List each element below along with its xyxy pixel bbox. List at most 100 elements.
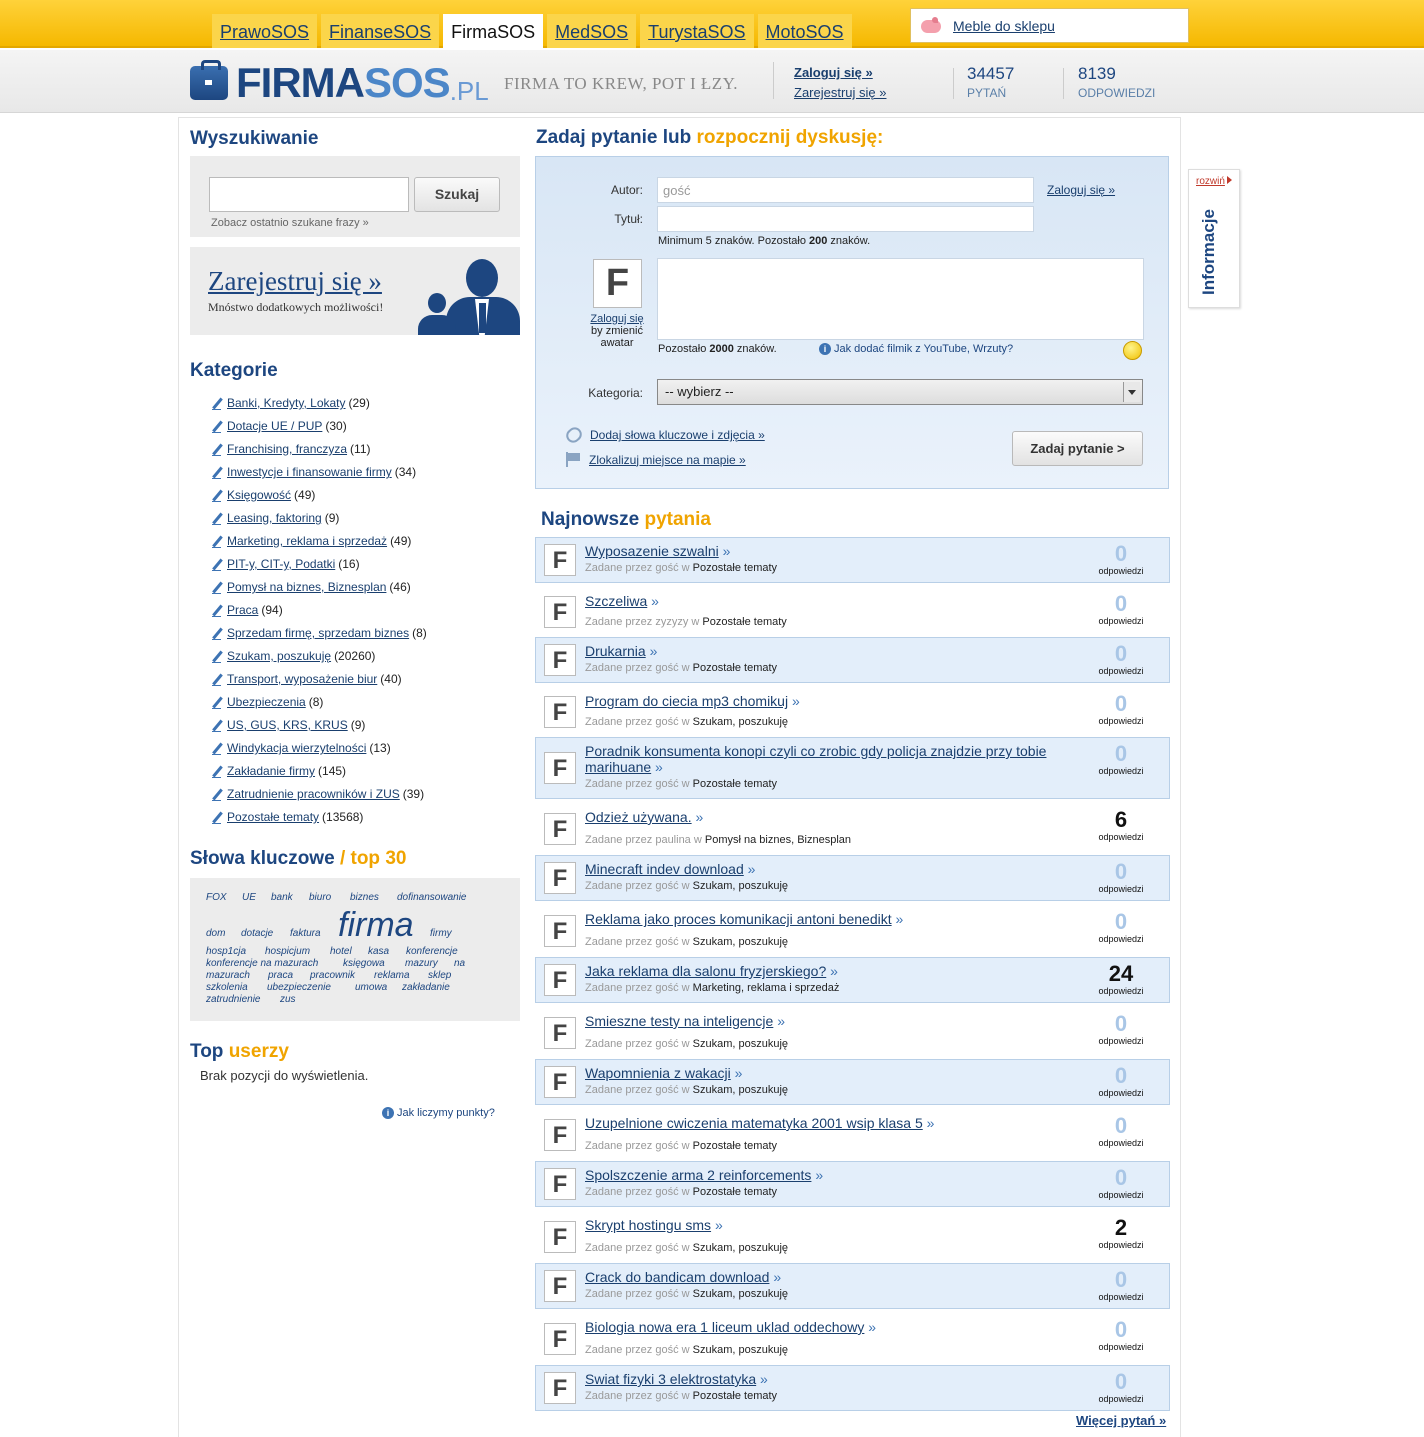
category-item[interactable]: Transport, wyposażenie biur (40) — [212, 668, 427, 691]
meta-category[interactable]: Pomysł na biznes, Biznesplan — [705, 834, 851, 846]
points-info-link[interactable]: i Jak liczymy punkty? — [382, 1107, 495, 1119]
meta-category[interactable]: Pozostałe tematy — [693, 1186, 777, 1198]
meta-category[interactable]: Szukam, poszukuję — [693, 716, 788, 728]
category-link[interactable]: Praca — [227, 602, 258, 619]
keyword-link[interactable]: UE — [242, 892, 256, 903]
question-row[interactable]: F Drukarnia » Zadane przez gość w Pozostał… — [535, 637, 1170, 683]
category-item[interactable]: Leasing, faktoring (9) — [212, 507, 427, 530]
question-title-link[interactable]: Spolszczenie arma 2 reinforcements — [585, 1167, 811, 1183]
category-link[interactable]: Księgowość — [227, 487, 291, 504]
category-select[interactable]: -- wybierz -- — [657, 379, 1143, 405]
keyword-link[interactable]: hotel — [330, 946, 352, 957]
category-item[interactable]: Banki, Kredyty, Lokaty (29) — [212, 392, 427, 415]
meta-category[interactable]: Pozostałe tematy — [693, 1390, 777, 1402]
keyword-link[interactable]: zus — [280, 994, 296, 1005]
points-link-text[interactable]: Jak liczymy punkty? — [397, 1107, 495, 1119]
meta-category[interactable]: Pozostałe tematy — [702, 616, 786, 628]
question-row[interactable]: F Wyposazenie szwalni » Zadane przez gość … — [535, 537, 1170, 583]
meta-category[interactable]: Pozostałe tematy — [693, 562, 777, 574]
add-keywords-link[interactable]: Dodaj słowa kluczowe i zdjęcia » — [563, 424, 765, 446]
tab-firmasos[interactable]: FirmaSOS — [443, 14, 544, 50]
category-link[interactable]: Pozostałe tematy — [227, 809, 319, 826]
category-item[interactable]: Zatrudnienie pracowników i ZUS (39) — [212, 783, 427, 806]
question-title[interactable]: Uzupelnione cwiczenia matematyka 2001 ws… — [585, 1115, 1055, 1131]
category-link[interactable]: Sprzedam firmę, sprzedam biznes — [227, 625, 409, 642]
question-title-link[interactable]: Uzupelnione cwiczenia matematyka 2001 ws… — [585, 1115, 923, 1131]
question-title-link[interactable]: Smieszne testy na inteligencje — [585, 1013, 773, 1029]
category-item[interactable]: Marketing, reklama i sprzedaż (49) — [212, 530, 427, 553]
shop-link[interactable]: Meble do sklepu — [953, 18, 1055, 34]
add-keywords-text[interactable]: Dodaj słowa kluczowe i zdjęcia » — [590, 428, 765, 442]
category-link[interactable]: PIT-y, CIT-y, Podatki — [227, 556, 335, 573]
meta-category[interactable]: Pozostałe tematy — [693, 1140, 777, 1152]
category-item[interactable]: PIT-y, CIT-y, Podatki (16) — [212, 553, 427, 576]
question-row[interactable]: F Reklama jako proces komunikacji antoni … — [535, 905, 1170, 957]
category-item[interactable]: Praca (94) — [212, 599, 427, 622]
keyword-link[interactable]: hospicjum — [265, 946, 310, 957]
category-item[interactable]: Sprzedam firmę, sprzedam biznes (8) — [212, 622, 427, 645]
meta-category[interactable]: Szukam, poszukuję — [693, 1242, 788, 1254]
category-link[interactable]: Dotacje UE / PUP — [227, 418, 322, 435]
category-link[interactable]: Leasing, faktoring — [227, 510, 322, 527]
question-title[interactable]: Reklama jako proces komunikacji antoni b… — [585, 911, 1055, 927]
register-promo[interactable]: Zarejestruj się » Mnóstwo dodatkowych mo… — [190, 247, 520, 335]
meta-category[interactable]: Szukam, poszukuję — [693, 1288, 788, 1300]
question-title-link[interactable]: Wyposazenie szwalni — [585, 543, 719, 559]
category-item[interactable]: Dotacje UE / PUP (30) — [212, 415, 427, 438]
question-title[interactable]: Wyposazenie szwalni » — [585, 543, 1055, 559]
question-title-link[interactable]: Wapomnienia z wakacji — [585, 1065, 731, 1081]
keyword-link[interactable]: reklama — [374, 970, 410, 981]
meta-category[interactable]: Szukam, poszukuję — [693, 1084, 788, 1096]
login-link[interactable]: Zaloguj się » — [794, 63, 886, 83]
question-title[interactable]: Jaka reklama dla salonu fryzjerskiego? » — [585, 963, 1055, 979]
keyword-link[interactable]: księgowa — [343, 958, 385, 969]
question-row[interactable]: F Odzież używana. » Zadane przez paulina w… — [535, 803, 1170, 855]
category-item[interactable]: Pomysł na biznes, Biznesplan (46) — [212, 576, 427, 599]
keyword-link[interactable]: faktura — [290, 928, 321, 939]
question-title-link[interactable]: Minecraft indev download — [585, 861, 744, 877]
question-row[interactable]: F Wapomnienia z wakacji » Zadane przez goś… — [535, 1059, 1170, 1105]
ask-question-button[interactable]: Zadaj pytanie > — [1012, 431, 1143, 466]
keyword-link[interactable]: mazurach — [206, 970, 250, 981]
keyword-link[interactable]: konferencje na mazurach — [206, 958, 318, 969]
question-title-link[interactable]: Swiat fizyki 3 elektrostatyka — [585, 1371, 756, 1387]
question-title-link[interactable]: Szczeliwa — [585, 593, 647, 609]
keyword-link[interactable]: zatrudnienie — [206, 994, 260, 1005]
register-link[interactable]: Zarejestruj się » — [794, 83, 886, 103]
question-row[interactable]: F Program do ciecia mp3 chomikuj » Zadane … — [535, 687, 1170, 737]
keyword-link[interactable]: biuro — [309, 892, 331, 903]
question-row[interactable]: F Jaka reklama dla salonu fryzjerskiego? … — [535, 957, 1170, 1003]
keyword-link[interactable]: zakładanie — [402, 982, 450, 993]
category-link[interactable]: US, GUS, KRS, KRUS — [227, 717, 348, 734]
keyword-link[interactable]: kasa — [368, 946, 389, 957]
question-title-link[interactable]: Crack do bandicam download — [585, 1269, 769, 1285]
question-title[interactable]: Wapomnienia z wakacji » — [585, 1065, 1055, 1081]
question-title[interactable]: Minecraft indev download » — [585, 861, 1055, 877]
meta-category[interactable]: Szukam, poszukuję — [693, 1344, 788, 1356]
video-help-text[interactable]: Jak dodać filmik z YouTube, Wrzuty? — [834, 343, 1013, 355]
question-title[interactable]: Skrypt hostingu sms » — [585, 1217, 1055, 1233]
category-link[interactable]: Inwestycje i finansowanie firmy — [227, 464, 392, 481]
question-title[interactable]: Program do ciecia mp3 chomikuj » — [585, 693, 1055, 709]
keyword-link[interactable]: konferencje — [406, 946, 458, 957]
keyword-link[interactable]: ubezpieczenie — [267, 982, 331, 993]
info-side-tab[interactable]: rozwiń Informacje — [1188, 169, 1240, 308]
keyword-link[interactable]: dotacje — [241, 928, 273, 939]
keyword-link[interactable]: sklep — [428, 970, 451, 981]
question-title-link[interactable]: Skrypt hostingu sms — [585, 1217, 711, 1233]
register-promo-link[interactable]: Zarejestruj się » — [208, 266, 382, 297]
category-item[interactable]: Windykacja wierzytelności (13) — [212, 737, 427, 760]
question-title[interactable]: Swiat fizyki 3 elektrostatyka » — [585, 1371, 1055, 1387]
category-item[interactable]: Pozostałe tematy (13568) — [212, 806, 427, 829]
question-title-link[interactable]: Biologia nowa era 1 liceum uklad oddecho… — [585, 1319, 864, 1335]
category-link[interactable]: Szukam, poszukuję — [227, 648, 331, 665]
meta-category[interactable]: Pozostałe tematy — [693, 662, 777, 674]
meta-category[interactable]: Marketing, reklama i sprzedaż — [693, 982, 840, 994]
question-title-link[interactable]: Drukarnia — [585, 643, 646, 659]
category-item[interactable]: Inwestycje i finansowanie firmy (34) — [212, 461, 427, 484]
category-link[interactable]: Ubezpieczenia — [227, 694, 306, 711]
category-link[interactable]: Zakładanie firmy — [227, 763, 315, 780]
meta-category[interactable]: Pozostałe tematy — [693, 778, 777, 790]
locate-map-text[interactable]: Zlokalizuj miejsce na mapie » — [589, 453, 746, 467]
title-input[interactable] — [657, 206, 1034, 232]
